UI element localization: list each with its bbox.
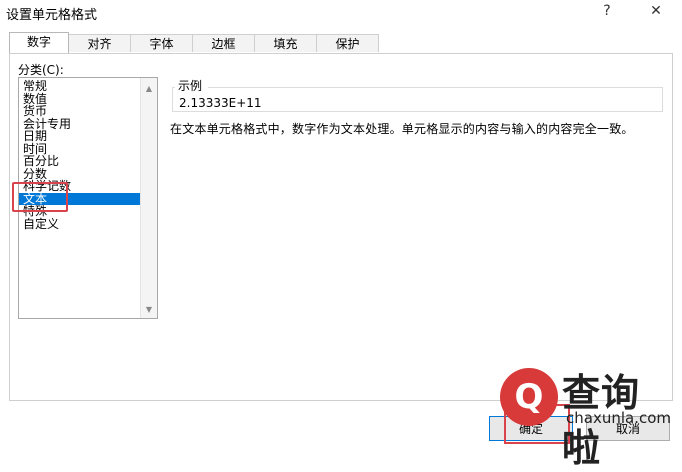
watermark-logo-icon: Q (500, 368, 558, 426)
category-item-custom[interactable]: 自定义 (19, 218, 140, 231)
text-category-highlight (12, 182, 68, 212)
format-description: 在文本单元格格式中，数字作为文本处理。单元格显示的内容与输入的内容完全一致。 (170, 122, 634, 136)
tab-alignment[interactable]: 对齐 (68, 34, 131, 52)
tab-number[interactable]: 数字 (9, 32, 69, 53)
category-scrollbar[interactable]: ▲ ▼ (140, 78, 157, 318)
tab-protection[interactable]: 保护 (316, 34, 379, 52)
dialog-title: 设置单元格格式 (6, 8, 98, 23)
tab-border[interactable]: 边框 (192, 34, 255, 52)
sample-value: 2.13333E+11 (179, 96, 262, 110)
tab-fill[interactable]: 填充 (254, 34, 317, 52)
category-label: 分类(C): (18, 63, 64, 77)
close-button[interactable]: ✕ (646, 3, 666, 19)
watermark: Q 查询啦 chaxunla.com (500, 362, 678, 470)
category-item-currency[interactable]: 货币 (19, 105, 140, 118)
tab-font[interactable]: 字体 (130, 34, 193, 52)
sample-legend: 示例 (178, 79, 203, 93)
category-item-general[interactable]: 常规 (19, 80, 140, 93)
category-item-percentage[interactable]: 百分比 (19, 155, 140, 168)
category-item-date[interactable]: 日期 (19, 130, 140, 143)
scroll-up-icon[interactable]: ▲ (141, 84, 157, 93)
scroll-down-icon[interactable]: ▼ (141, 305, 157, 314)
help-button[interactable]: ? (597, 3, 617, 19)
watermark-url: chaxunla.com (566, 409, 671, 427)
